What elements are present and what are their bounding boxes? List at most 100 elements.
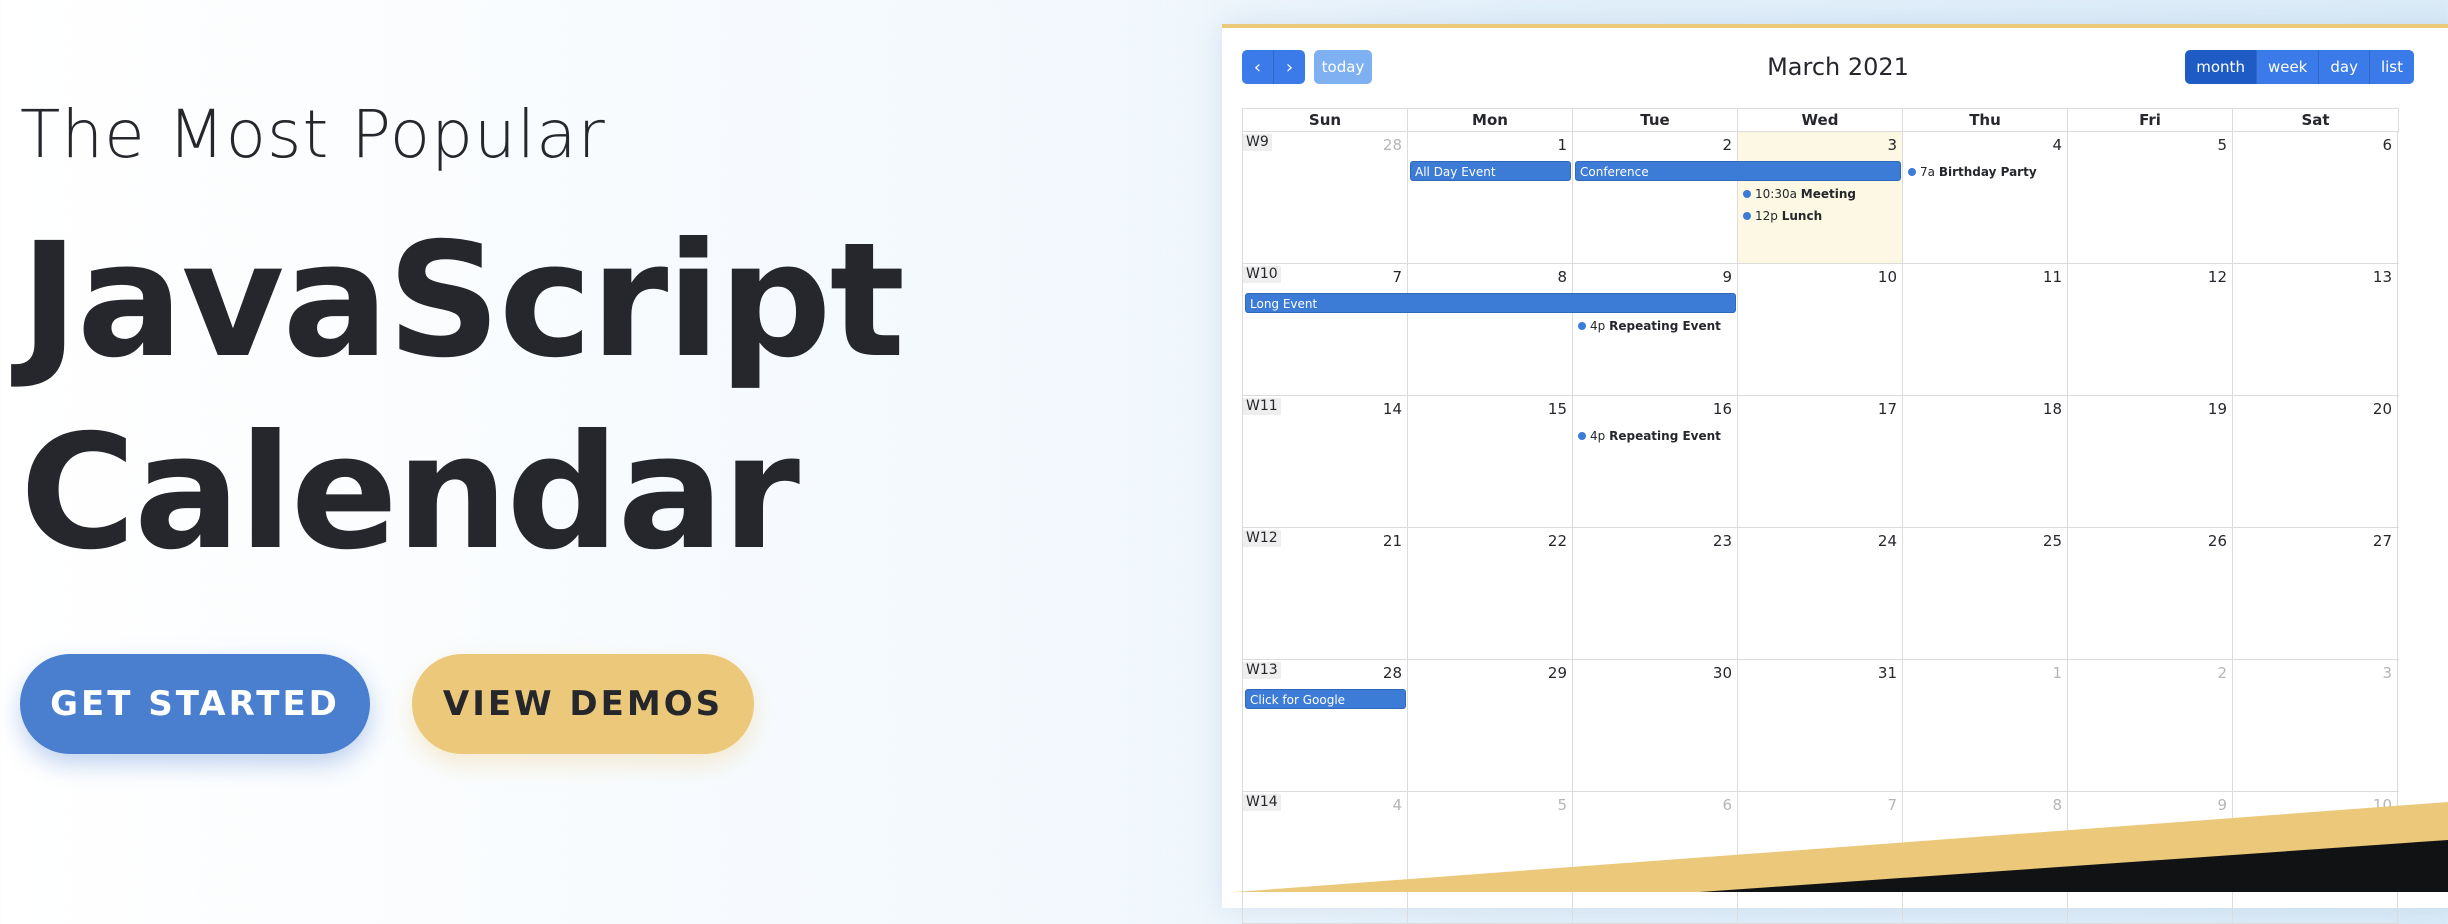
day-cell[interactable]: 3 xyxy=(2233,660,2398,791)
event-long-event[interactable]: Long Event xyxy=(1245,293,1736,313)
calendar-toolbar: ‹ › today March 2021 month week day list xyxy=(1242,50,2448,86)
view-demos-button[interactable]: VIEW DEMOS xyxy=(412,654,754,754)
day-number[interactable]: 7 xyxy=(1392,268,1402,286)
event-meeting[interactable]: 10:30a Meeting xyxy=(1743,186,1856,202)
day-cell[interactable]: 23 xyxy=(1573,528,1738,659)
day-number[interactable]: 23 xyxy=(1713,532,1732,550)
event-repeating[interactable]: 4p Repeating Event xyxy=(1578,318,1721,334)
view-list-button[interactable]: list xyxy=(2369,50,2414,84)
view-month-button[interactable]: month xyxy=(2185,50,2257,84)
day-cell[interactable]: 1 xyxy=(1903,660,2068,791)
day-number[interactable]: 24 xyxy=(1878,532,1897,550)
day-number[interactable]: 19 xyxy=(2208,400,2227,418)
day-cell[interactable]: 18 xyxy=(1903,396,2068,527)
day-number[interactable]: 12 xyxy=(2208,268,2227,286)
day-cell[interactable]: 12 xyxy=(2068,264,2233,395)
day-cell[interactable]: 31 xyxy=(1738,660,1903,791)
day-cell[interactable]: 5 xyxy=(2068,132,2233,263)
day-number[interactable]: 3 xyxy=(1887,136,1897,154)
day-number[interactable]: 28 xyxy=(1383,664,1402,682)
day-cell[interactable]: 7 xyxy=(1738,792,1903,923)
month-grid: Sun Mon Tue Wed Thu Fri Sat W9 28 1 2 3 … xyxy=(1242,108,2399,924)
day-cell[interactable]: 24 xyxy=(1738,528,1903,659)
day-number[interactable]: 13 xyxy=(2373,268,2392,286)
day-cell[interactable]: 22 xyxy=(1408,528,1573,659)
day-number[interactable]: 15 xyxy=(1548,400,1567,418)
day-number[interactable]: 8 xyxy=(1557,268,1567,286)
day-cell[interactable]: 13 xyxy=(2233,264,2398,395)
event-conference[interactable]: Conference xyxy=(1575,161,1901,181)
day-cell[interactable]: 5 xyxy=(1408,792,1573,923)
day-number[interactable]: 1 xyxy=(1557,136,1567,154)
day-cell[interactable]: 4 xyxy=(1243,792,1408,923)
day-cell[interactable]: 21 xyxy=(1243,528,1408,659)
day-cell[interactable]: 7 xyxy=(1243,264,1408,395)
day-number[interactable]: 30 xyxy=(1713,664,1732,682)
day-cell[interactable]: 26 xyxy=(2068,528,2233,659)
day-cell[interactable]: 17 xyxy=(1738,396,1903,527)
day-number[interactable]: 17 xyxy=(1878,400,1897,418)
day-number[interactable]: 20 xyxy=(2373,400,2392,418)
day-cell[interactable]: 15 xyxy=(1408,396,1573,527)
day-cell[interactable]: 6 xyxy=(1573,792,1738,923)
day-number[interactable]: 1 xyxy=(2052,664,2062,682)
day-number[interactable]: 7 xyxy=(1887,796,1897,814)
day-cell[interactable]: 10 xyxy=(2233,792,2398,923)
day-cell[interactable]: 11 xyxy=(1903,264,2068,395)
day-cell[interactable]: 28 xyxy=(1243,132,1408,263)
day-number[interactable]: 22 xyxy=(1548,532,1567,550)
day-number[interactable]: 31 xyxy=(1878,664,1897,682)
event-click-for-google[interactable]: Click for Google xyxy=(1245,689,1406,709)
day-cell[interactable]: 30 xyxy=(1573,660,1738,791)
day-number[interactable]: 4 xyxy=(1392,796,1402,814)
day-cell[interactable]: 27 xyxy=(2233,528,2398,659)
event-all-day[interactable]: All Day Event xyxy=(1410,161,1571,181)
day-cell[interactable]: 4 xyxy=(1903,132,2068,263)
day-cell[interactable]: 2 xyxy=(1573,132,1738,263)
day-cell[interactable]: 29 xyxy=(1408,660,1573,791)
day-number[interactable]: 28 xyxy=(1383,136,1402,154)
day-cell[interactable]: 28 xyxy=(1243,660,1408,791)
day-number[interactable]: 16 xyxy=(1713,400,1732,418)
event-birthday[interactable]: 7a Birthday Party xyxy=(1908,164,2037,180)
view-week-button[interactable]: week xyxy=(2256,50,2320,84)
day-number[interactable]: 5 xyxy=(1557,796,1567,814)
day-number[interactable]: 21 xyxy=(1383,532,1402,550)
day-cell[interactable]: 20 xyxy=(2233,396,2398,527)
day-cell[interactable]: 19 xyxy=(2068,396,2233,527)
day-cell[interactable]: 8 xyxy=(1408,264,1573,395)
day-number[interactable]: 4 xyxy=(2052,136,2062,154)
day-cell[interactable]: 25 xyxy=(1903,528,2068,659)
event-repeating[interactable]: 4p Repeating Event xyxy=(1578,428,1721,444)
day-number[interactable]: 18 xyxy=(2043,400,2062,418)
day-number[interactable]: 27 xyxy=(2373,532,2392,550)
day-cell[interactable]: 2 xyxy=(2068,660,2233,791)
day-cell[interactable]: 6 xyxy=(2233,132,2398,263)
event-lunch[interactable]: 12p Lunch xyxy=(1743,208,1822,224)
view-day-button[interactable]: day xyxy=(2319,50,2370,84)
day-number[interactable]: 14 xyxy=(1383,400,1402,418)
day-number[interactable]: 25 xyxy=(2043,532,2062,550)
calendar-card: ‹ › today March 2021 month week day list… xyxy=(1222,24,2448,924)
day-number[interactable]: 11 xyxy=(2043,268,2062,286)
day-number[interactable]: 6 xyxy=(2382,136,2392,154)
day-cell[interactable]: 9 xyxy=(2068,792,2233,923)
day-number[interactable]: 10 xyxy=(1878,268,1897,286)
day-cell[interactable]: 8 xyxy=(1903,792,2068,923)
day-number[interactable]: 8 xyxy=(2052,796,2062,814)
day-number[interactable]: 5 xyxy=(2217,136,2227,154)
day-number[interactable]: 6 xyxy=(1722,796,1732,814)
day-number[interactable]: 9 xyxy=(1722,268,1732,286)
day-number[interactable]: 3 xyxy=(2382,664,2392,682)
day-number[interactable]: 26 xyxy=(2208,532,2227,550)
day-cell[interactable]: 10 xyxy=(1738,264,1903,395)
day-number[interactable]: 29 xyxy=(1548,664,1567,682)
day-number[interactable]: 2 xyxy=(1722,136,1732,154)
day-number[interactable]: 2 xyxy=(2217,664,2227,682)
day-cell[interactable]: 1 xyxy=(1408,132,1573,263)
day-cell[interactable]: 14 xyxy=(1243,396,1408,527)
day-number[interactable]: 9 xyxy=(2217,796,2227,814)
day-cell[interactable]: 16 xyxy=(1573,396,1738,527)
day-number[interactable]: 10 xyxy=(2373,796,2392,814)
get-started-button[interactable]: GET STARTED xyxy=(20,654,370,754)
